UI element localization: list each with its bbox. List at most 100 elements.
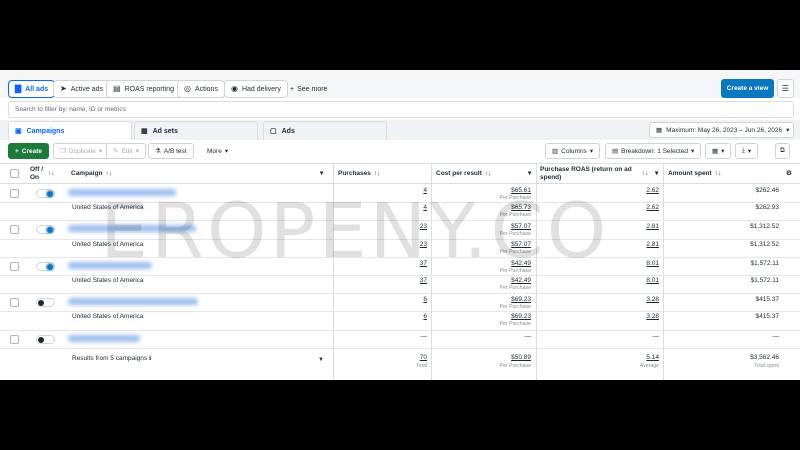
tab-ad-sets[interactable]: ▦ Ad sets [134, 121, 258, 140]
tab-campaigns[interactable]: ▣ Campaigns [8, 121, 132, 140]
roas-value[interactable]: 2.81 [646, 223, 659, 230]
campaign-icon: ▣ [15, 128, 22, 135]
row-checkbox[interactable] [10, 334, 19, 344]
roas-value[interactable]: 3.28 [646, 296, 659, 303]
roas-value[interactable]: 8.01 [646, 260, 659, 267]
purchases-value[interactable]: 23 [420, 241, 427, 248]
plus-icon: + [15, 147, 19, 155]
cost-per-result-value[interactable]: $69.23 [511, 296, 531, 303]
header-campaign[interactable]: Campaign ↑↓ [71, 164, 311, 184]
breakdown-button[interactable]: ▤ Breakdown: 1 Selected ▾ [605, 143, 702, 159]
breakdown-row[interactable]: United States of America 23 $57.07 Per Purc… [0, 240, 800, 258]
view-all-ads[interactable]: ▇ All ads [8, 80, 56, 98]
chevron-down-icon: ▾ [589, 148, 594, 155]
edit-button[interactable]: ✎ Edit ▾ [106, 143, 146, 159]
row-checkbox[interactable] [10, 298, 19, 308]
columns-button[interactable]: ▥ Columns ▾ [545, 143, 601, 159]
purchases-value[interactable]: 6 [423, 296, 427, 303]
purchases-value[interactable]: 6 [423, 313, 427, 320]
summary-cost[interactable]: $50.89 [511, 354, 531, 361]
duplicate-button[interactable]: ❐ Duplicate ▾ [53, 143, 110, 159]
select-all-checkbox[interactable] [10, 169, 19, 178]
view-actions[interactable]: ◎ Actions [177, 80, 225, 98]
purchases-value[interactable]: 37 [420, 260, 427, 267]
row-checkbox[interactable] [10, 261, 19, 271]
roas-value[interactable]: 2.62 [646, 187, 659, 194]
campaign-toggle[interactable] [36, 334, 55, 344]
gear-icon[interactable]: ⚙ [786, 164, 792, 184]
breakdown-row[interactable]: United States of America 4 $65.73 Per Purch… [0, 203, 800, 222]
campaign-name-redacted[interactable] [68, 225, 196, 233]
purchases-value[interactable]: 4 [423, 204, 427, 211]
create-view-button[interactable]: Create a view [721, 79, 774, 98]
campaign-name-redacted[interactable] [68, 189, 176, 197]
roas-value[interactable]: 3.28 [646, 313, 659, 320]
caret-down-icon[interactable]: ▼ [318, 357, 324, 363]
campaign-row[interactable]: 4 $65.61 Per Purchase 2.62 $262.46 [0, 185, 800, 204]
campaign-toggle[interactable] [36, 225, 55, 235]
info-icon[interactable]: ℹ [149, 356, 151, 362]
summary-roas[interactable]: 5.14 [646, 354, 659, 361]
breakdown-row[interactable]: United States of America 6 $69.23 Per Purch… [0, 312, 800, 331]
view-roas-reporting[interactable]: ▤ ROAS reporting [106, 80, 181, 98]
roas-value[interactable]: 2.62 [646, 204, 659, 211]
per-purchase-label: Per Purchase [499, 304, 531, 311]
roas-value[interactable]: 2.81 [646, 241, 659, 248]
header-off-on[interactable]: Off / On [30, 164, 48, 184]
row-checkbox[interactable] [10, 189, 19, 199]
purchases-value[interactable]: 37 [420, 277, 427, 284]
summary-purchases-sub: Total [416, 363, 427, 369]
cost-per-result-value[interactable]: $65.73 [511, 204, 531, 211]
export-button[interactable]: ⤓ ▾ [735, 143, 759, 159]
view-had-delivery[interactable]: ◉ Had delivery [224, 80, 288, 98]
campaign-name-redacted[interactable] [68, 298, 198, 306]
filter-search-input[interactable]: Search to filter by: name, ID or metrics [8, 101, 794, 118]
header-roas[interactable]: Purchase ROAS (return on ad spend) [540, 164, 640, 184]
campaign-row[interactable]: 37 $42.49 Per Purchase 8.01 $1,572.11 [0, 258, 800, 276]
view-active-ads[interactable]: ➤ Active ads [53, 80, 110, 98]
header-campaign-menu[interactable]: ▾ [320, 164, 328, 184]
cost-per-result-value[interactable]: $57.07 [511, 223, 531, 230]
campaign-row[interactable]: 6 $69.23 Per Purchase 3.28 $415.37 [0, 294, 800, 313]
campaign-row[interactable]: 23 $57.07 Per Purchase 2.81 $1,312.52 [0, 221, 800, 240]
campaign-name-redacted[interactable] [68, 261, 152, 269]
cost-per-result-value[interactable]: $42.49 [511, 277, 531, 284]
reports-button[interactable]: ▦ ▾ [705, 143, 732, 159]
breakdown-icon: ▤ [612, 148, 619, 155]
header-cost-menu[interactable]: ▾ [528, 164, 534, 184]
breakdown-row[interactable]: United States of America 37 $42.49 Per Purc… [0, 276, 800, 295]
summary-purchases[interactable]: 70 [420, 354, 427, 361]
summary-cost-sub: Per Purchase [499, 363, 531, 369]
purchases-value[interactable]: 4 [423, 187, 427, 194]
campaign-toggle[interactable] [36, 261, 55, 271]
cost-per-result-value[interactable]: $57.07 [511, 241, 531, 248]
amount-spent-value: $262.93 [755, 204, 780, 212]
sort-icon[interactable]: ↑↓ [642, 164, 649, 184]
share-button[interactable]: ⧉ [775, 143, 790, 159]
per-purchase-label: Per Purchase [499, 212, 531, 219]
tab-ads[interactable]: ▢ Ads [263, 121, 387, 140]
more-button[interactable]: More ▾ [201, 143, 234, 159]
campaign-name-redacted[interactable] [68, 334, 140, 342]
campaign-toggle[interactable] [36, 189, 55, 199]
header-cost-per-result[interactable]: Cost per result ↑↓ [436, 164, 491, 184]
create-button[interactable]: + Create [8, 143, 50, 159]
report-icon: ▤ [113, 84, 121, 93]
campaign-toggle[interactable] [36, 298, 55, 308]
header-purchases[interactable]: Purchases ↑↓ [338, 164, 380, 184]
row-checkbox[interactable] [10, 225, 19, 235]
breakdown-country: United States of America [72, 313, 144, 321]
cost-per-result-value[interactable]: $69.23 [511, 313, 531, 320]
cost-per-result-value[interactable]: $65.61 [511, 187, 531, 194]
summary-label: Results from 5 campaigns ℹ [72, 355, 152, 362]
ab-test-button[interactable]: ⚗ A/B test [148, 143, 194, 159]
see-more-views[interactable]: + See more [290, 80, 327, 98]
date-range-picker[interactable]: ▦ Maximum: May 26, 2023 – Jun 26, 2026 ▾ [649, 122, 794, 138]
cost-per-result-value[interactable]: $42.49 [511, 260, 531, 267]
header-roas-menu[interactable]: ▾ [655, 164, 661, 184]
purchases-value[interactable]: 23 [420, 223, 427, 230]
sort-icon[interactable]: ↑↓ [48, 164, 55, 184]
header-amount-spent[interactable]: Amount spent ↑↓ [668, 164, 721, 184]
roas-value[interactable]: 8.01 [646, 277, 659, 284]
view-settings-button[interactable]: ☰ [777, 79, 794, 98]
